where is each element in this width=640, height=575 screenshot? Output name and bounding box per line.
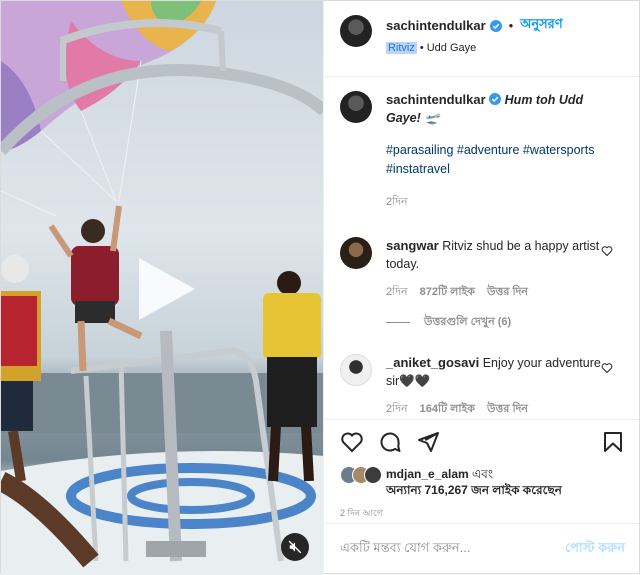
like-comment-heart-icon[interactable]	[601, 245, 613, 257]
likes-count[interactable]: অন্যান্য 716,267 জন লাইক করেছেন	[386, 483, 562, 497]
commenter-avatar[interactable]	[339, 237, 372, 269]
heart-icon[interactable]	[340, 430, 364, 454]
comment-input[interactable]: একটি মন্তব্য যোগ করুন...	[340, 539, 565, 560]
comment-time[interactable]: 2দিন	[386, 283, 408, 301]
comment-username[interactable]: sangwar	[386, 238, 439, 253]
replies-divider	[385, 322, 410, 323]
play-icon[interactable]	[131, 254, 201, 324]
post-actions: mdjan_e_alam এবং অন্যান্য 716,267 জন লাই…	[323, 419, 639, 523]
caption-hashtags[interactable]: #parasailing #adventure #watersports #in…	[386, 141, 608, 179]
follow-button[interactable]: অনুসরণ	[520, 15, 563, 36]
comment-likes[interactable]: 872টি লাইক	[420, 283, 475, 301]
comment-item: sangwar Ritviz shud be a happy artist to…	[339, 237, 625, 301]
comment-time[interactable]: 2দিন	[386, 400, 408, 418]
post-timestamp[interactable]: 2 দিন আগে	[340, 506, 625, 521]
comments-list[interactable]: sachintendulkar Hum toh Udd Gaye! 🛫 #par…	[324, 77, 639, 419]
liker-username[interactable]: mdjan_e_alam	[386, 467, 469, 481]
commenter-avatar[interactable]	[339, 354, 372, 386]
reply-button[interactable]: উত্তর দিন	[487, 400, 528, 418]
verified-badge-icon	[489, 93, 502, 105]
likes-summary: mdjan_e_alam এবং অন্যান্য 716,267 জন লাই…	[339, 466, 625, 498]
mute-button[interactable]	[281, 533, 309, 561]
likes-and-word: এবং	[472, 467, 494, 481]
liker-avatar	[363, 466, 382, 484]
view-replies-label: উত্তরগুলি দেখুন (6)	[423, 316, 512, 328]
caption: sachintendulkar Hum toh Udd Gaye! 🛫 #par…	[339, 91, 625, 211]
liker-avatars	[339, 466, 386, 488]
comment-item: _aniket_gosavi Enjoy your adventure sir🖤…	[339, 354, 625, 418]
add-comment-bar: একটি মন্তব্য যোগ করুন... পোস্ট করুন	[323, 523, 639, 575]
video-player[interactable]	[1, 1, 323, 575]
verified-badge-icon	[489, 19, 502, 32]
comment-username[interactable]: _aniket_gosavi	[386, 355, 479, 370]
comment-icon[interactable]	[378, 430, 402, 454]
post-header: sachintendulkar • অনুসরণ Ritviz • Udd Ga…	[323, 1, 639, 77]
bookmark-icon[interactable]	[601, 430, 625, 454]
separator-dot: •	[508, 18, 514, 33]
instagram-post-dialog: sachintendulkar • অনুসরণ Ritviz • Udd Ga…	[0, 0, 640, 575]
post-side-panel: sachintendulkar • অনুসরণ Ritviz • Udd Ga…	[322, 1, 639, 575]
audio-title[interactable]: Udd Gaye	[427, 42, 477, 54]
post-comment-button[interactable]: পোস্ট করুন	[565, 539, 625, 560]
share-icon[interactable]	[416, 430, 440, 454]
like-comment-heart-icon[interactable]	[601, 362, 613, 374]
muted-speaker-icon	[288, 540, 302, 554]
view-replies-button[interactable]: উত্তরগুলি দেখুন (6)	[385, 313, 625, 332]
author-username[interactable]: sachintendulkar	[386, 18, 486, 33]
author-avatar[interactable]	[339, 15, 372, 47]
author-avatar[interactable]	[339, 91, 372, 123]
comment-likes[interactable]: 164টি লাইক	[420, 400, 475, 418]
caption-username[interactable]: sachintendulkar	[386, 92, 486, 107]
reply-button[interactable]: উত্তর দিন	[487, 283, 528, 301]
caption-time[interactable]: 2দিন	[386, 193, 608, 211]
separator-dot: •	[419, 42, 424, 54]
tagged-user-link[interactable]: Ritviz	[385, 42, 417, 54]
